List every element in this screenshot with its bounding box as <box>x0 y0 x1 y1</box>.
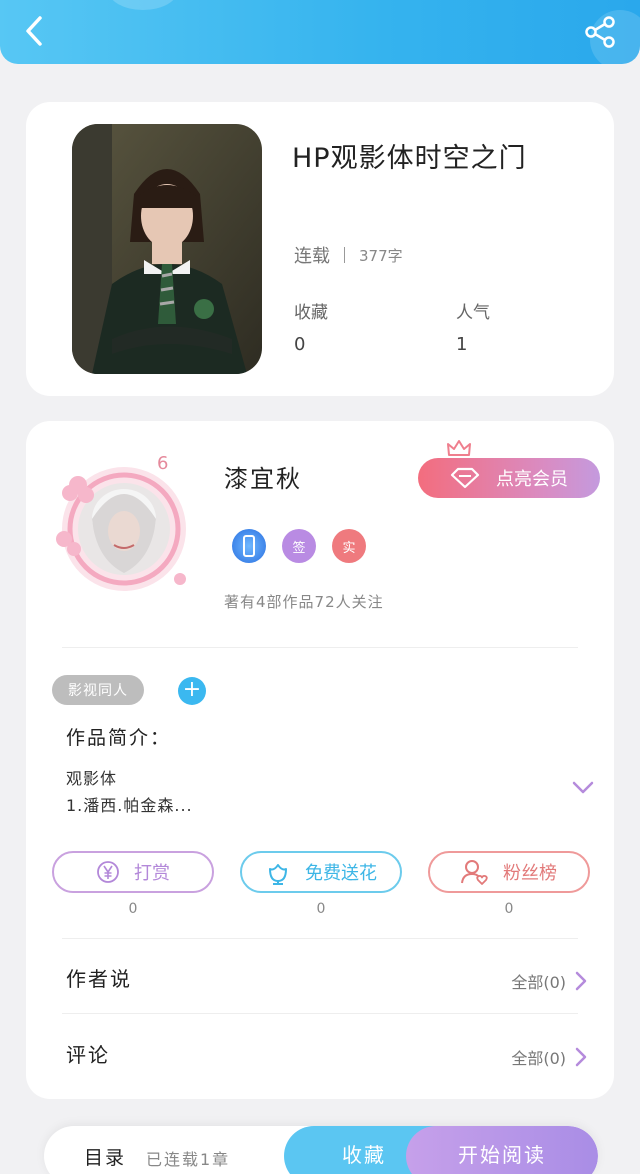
divider <box>344 247 345 263</box>
reward-button[interactable]: 打赏 <box>52 851 214 893</box>
divider <box>62 647 578 648</box>
back-button[interactable] <box>18 14 52 48</box>
author-says-link[interactable]: 全部(0) <box>511 969 588 993</box>
real-name-badge[interactable]: 实 <box>332 529 366 563</box>
chevron-right-icon <box>575 1047 587 1067</box>
fans-count: 0 <box>504 901 514 917</box>
fan-ranking-button[interactable]: 粉丝榜 <box>428 851 590 893</box>
fan-ranking-label: 粉丝榜 <box>503 863 557 884</box>
author-card: 6 漆宜秋 点亮会员 签 实 著有4部作品72人关注 影视同人 + 作品简介： … <box>26 421 614 1099</box>
chevron-right-icon <box>575 971 587 991</box>
table-of-contents-button[interactable]: 目录 <box>84 1143 126 1170</box>
share-button[interactable] <box>582 14 618 50</box>
book-title: HP观影体时空之门 <box>292 143 527 174</box>
start-reading-button[interactable]: 开始阅读 <box>406 1126 598 1174</box>
top-bar <box>0 0 640 64</box>
comments-link[interactable]: 全部(0) <box>511 1045 588 1069</box>
book-status-line: 连载 377字 <box>294 242 403 268</box>
yen-icon <box>97 861 119 883</box>
genre-tag[interactable]: 影视同人 <box>52 675 144 705</box>
chevron-down-icon[interactable] <box>572 781 594 795</box>
diamond-icon <box>450 467 480 489</box>
popularity-label: 人气 <box>456 303 490 323</box>
vip-button-label: 点亮会员 <box>496 469 568 490</box>
author-avatar[interactable]: 6 <box>40 449 190 599</box>
activate-vip-button[interactable]: 点亮会员 <box>418 458 600 498</box>
word-count: 377字 <box>359 246 403 265</box>
crown-icon <box>447 440 471 456</box>
comments-count: 全部(0) <box>511 1049 566 1068</box>
author-says-count: 全部(0) <box>511 973 566 992</box>
popularity-value: 1 <box>456 334 468 355</box>
author-says-label: 作者说 <box>66 967 132 991</box>
reward-count: 0 <box>128 901 138 917</box>
add-to-favorites-label: 收藏 <box>342 1142 386 1167</box>
chapter-count: 已连载1章 <box>146 1150 231 1169</box>
decor-bubble <box>108 0 178 10</box>
send-flower-label: 免费送花 <box>305 863 377 884</box>
reward-label: 打赏 <box>134 863 170 884</box>
share-icon <box>585 16 615 48</box>
divider <box>62 938 578 939</box>
book-info-card: HP观影体时空之门 连载 377字 收藏 0 人气 1 <box>26 102 614 396</box>
intro-line: 1.潘西.帕金森... <box>66 796 193 815</box>
intro-label: 作品简介： <box>66 727 172 749</box>
author-name[interactable]: 漆宜秋 <box>224 459 302 494</box>
send-flower-button[interactable]: 免费送花 <box>240 851 402 893</box>
signed-badge[interactable]: 签 <box>282 529 316 563</box>
divider <box>62 1013 578 1014</box>
intro-line: 观影体 <box>66 769 118 788</box>
flower-icon <box>269 864 287 885</box>
flower-count: 0 <box>316 901 326 917</box>
phone-verified-badge[interactable] <box>232 529 266 563</box>
fan-user-icon <box>461 860 488 885</box>
chevron-left-icon <box>26 16 42 46</box>
comments-label: 评论 <box>66 1043 110 1067</box>
favorites-value: 0 <box>294 334 306 355</box>
book-cover[interactable] <box>72 124 262 374</box>
serial-status: 连载 <box>294 246 330 267</box>
author-stats: 著有4部作品72人关注 <box>224 593 384 611</box>
phone-icon <box>243 535 255 557</box>
author-badges: 签 实 <box>232 529 366 563</box>
start-reading-label: 开始阅读 <box>458 1142 546 1167</box>
add-tag-button[interactable]: + <box>178 677 206 705</box>
favorites-label: 收藏 <box>294 303 328 323</box>
author-level: 6 <box>157 453 168 474</box>
bottom-action-bar: 目录 已连载1章 收藏 开始阅读 <box>44 1126 598 1174</box>
